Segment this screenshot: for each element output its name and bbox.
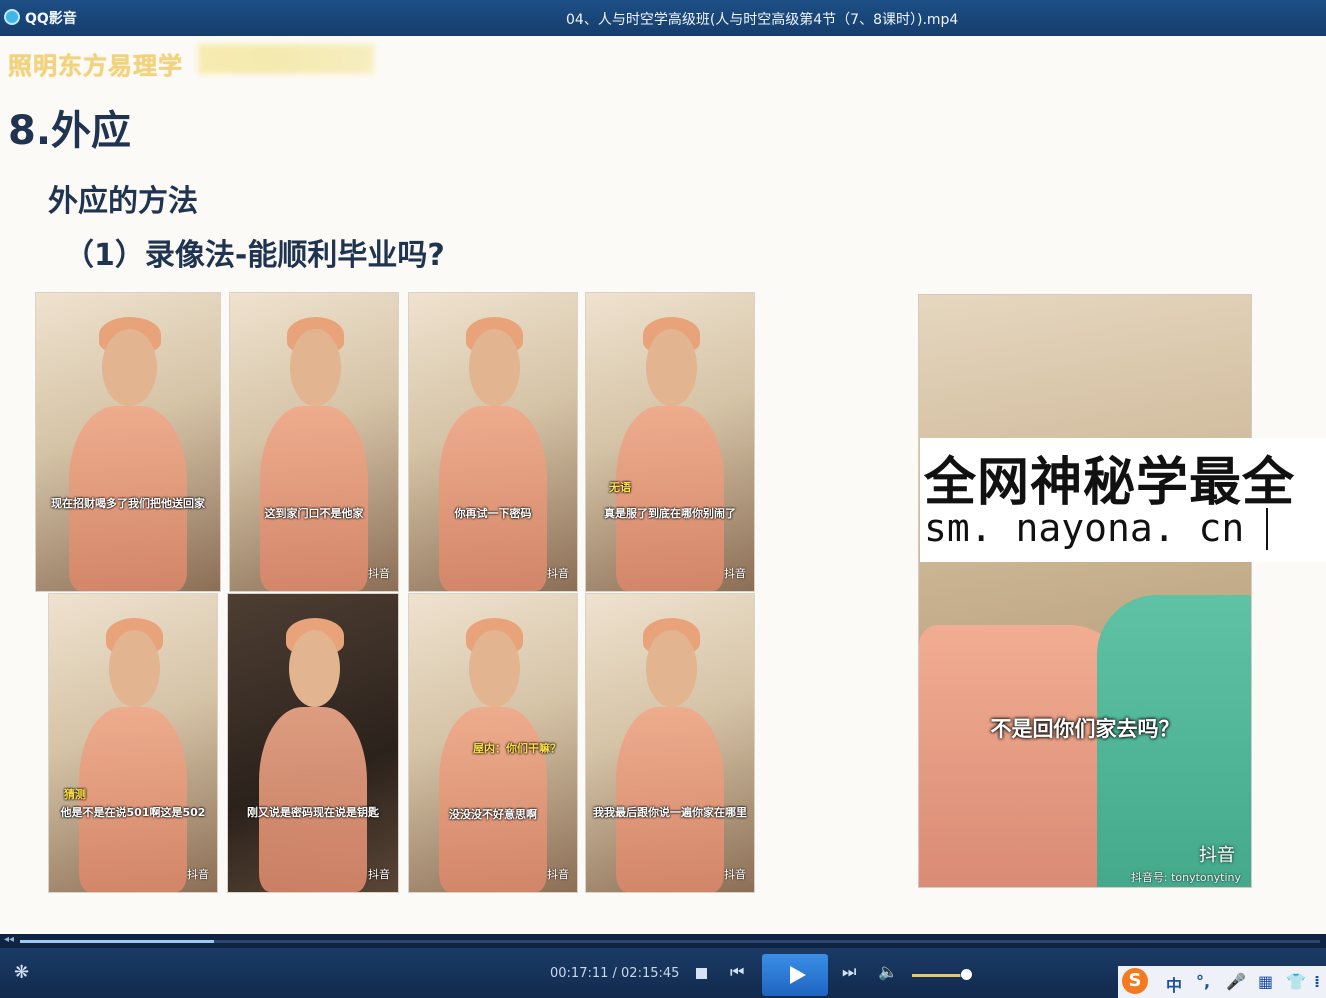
thumbnail-caption-top: 猜测 — [64, 788, 86, 801]
thumbnail: 屋内：你们干嘛？ 没没没不好意思啊 抖音 — [408, 593, 578, 893]
tiktok-logo-icon: 抖音 — [724, 868, 746, 881]
figure-shirt — [260, 406, 368, 591]
play-icon — [790, 966, 806, 984]
next-icon[interactable]: ⏭ — [842, 962, 856, 982]
volume-fill — [912, 974, 960, 977]
video-frame[interactable]: 照明东方易理学 8.外应 外应的方法 （1）录像法-能顺利毕业吗? 现在招财喝多… — [0, 36, 1326, 934]
figure-head — [109, 629, 160, 708]
volume-icon[interactable]: 🔈 — [878, 962, 898, 981]
tiktok-account-id: 抖音号: tonytonytiny — [1130, 871, 1241, 884]
sogou-logo-icon[interactable]: S — [1122, 968, 1148, 994]
tiktok-logo-icon: 抖音 — [187, 868, 209, 881]
seek-track[interactable] — [20, 940, 1320, 943]
watermark-overlay: 全网神秘学最全 sm. nayona. cn — [920, 438, 1326, 562]
thumbnail: 刚又说是密码现在说是钥匙 抖音 — [227, 593, 399, 893]
figure-shirt — [616, 406, 724, 591]
text-cursor — [1266, 508, 1268, 550]
ime-more-icon[interactable]: ⁞ — [1314, 972, 1320, 991]
figure-head — [469, 328, 520, 407]
featured-video-still: 不是回你们家去吗？ 抖音 抖音号: tonytonytiny — [918, 294, 1252, 888]
seek-back-icon[interactable]: ◂◂ — [4, 934, 14, 945]
thumbnail: 无语 真是服了到底在哪你别闹了 抖音 — [585, 292, 755, 592]
thumbnail-caption: 我我最后跟你说一遍你家在哪里 — [593, 806, 747, 819]
ime-keyboard-icon[interactable]: ▦ — [1258, 972, 1273, 991]
thumbnail: 这到家门口不是他家 抖音 — [229, 292, 399, 592]
tiktok-logo-icon: 抖音 — [1199, 845, 1235, 866]
paw-icon[interactable]: ❋ — [14, 962, 29, 983]
title-bar: QQ影音 04、人与时空学高级班(人与时空高级第4节（7、8课时）).mp4 — [0, 0, 1326, 36]
thumbnail: 我我最后跟你说一遍你家在哪里 抖音 — [585, 593, 755, 893]
thumbnail-caption-top: 屋内：你们干嘛？ — [473, 742, 561, 755]
slide-method: （1）录像法-能顺利毕业吗? — [64, 238, 445, 273]
brand-label: 照明东方易理学 — [8, 52, 183, 80]
ime-microphone-icon[interactable]: 🎤 — [1226, 972, 1246, 991]
figure-shirt — [258, 707, 368, 892]
thumbnail-caption: 没没没不好意思啊 — [449, 808, 537, 821]
blurred-region — [198, 44, 374, 74]
thumbnail: 你再试一下密码 抖音 — [408, 292, 578, 592]
figure-shirt — [439, 406, 547, 591]
thumbnail-caption: 你再试一下密码 — [454, 507, 532, 520]
thumbnail: 现在招财喝多了我们把他送回家 — [35, 292, 221, 592]
timecode: 00:17:11 / 02:15:45 — [550, 966, 680, 981]
seek-fill — [20, 940, 214, 943]
figure-shirt — [616, 707, 724, 892]
stop-icon[interactable] — [696, 968, 707, 979]
thumbnail-caption: 刚又说是密码现在说是钥匙 — [247, 806, 379, 819]
figure-head — [646, 328, 697, 407]
app-name: QQ影音 — [25, 11, 77, 27]
tiktok-logo-icon: 抖音 — [368, 567, 390, 580]
qq-player-logo-icon[interactable] — [4, 9, 20, 25]
ime-toolbar: S 中 °, 🎤 ▦ 👕 ⁞ — [1118, 966, 1326, 998]
figure-head — [102, 328, 158, 407]
thumbnail-caption-top: 无语 — [609, 481, 631, 494]
featured-caption: 不是回你们家去吗？ — [990, 717, 1180, 741]
thumbnail-caption: 他是不是在说501啊这是502 — [60, 806, 206, 819]
slide-heading: 8.外应 — [8, 108, 132, 154]
figure-head — [646, 629, 697, 708]
ime-chinese-mode[interactable]: 中 — [1166, 972, 1182, 996]
previous-icon[interactable]: ⏮ — [730, 962, 744, 982]
tiktok-logo-icon: 抖音 — [368, 868, 390, 881]
figure-head — [290, 328, 341, 407]
seek-bar[interactable]: ◂◂ — [0, 934, 1326, 948]
slide-subheading: 外应的方法 — [48, 184, 198, 219]
tiktok-logo-icon: 抖音 — [547, 567, 569, 580]
figure-shirt — [439, 707, 547, 892]
ime-skin-icon[interactable]: 👕 — [1286, 972, 1306, 991]
volume-knob[interactable] — [961, 969, 972, 980]
figure-head — [289, 629, 341, 708]
thumbnail: 猜测 他是不是在说501啊这是502 抖音 — [48, 593, 218, 893]
watermark-line-2: sm. nayona. cn — [924, 506, 1245, 550]
ime-punctuation-icon[interactable]: °, — [1196, 972, 1210, 991]
watermark-line-1: 全网神秘学最全 — [924, 453, 1296, 513]
play-button[interactable] — [762, 954, 828, 996]
tiktok-logo-icon: 抖音 — [547, 868, 569, 881]
thumbnail-caption: 现在招财喝多了我们把他送回家 — [51, 497, 205, 510]
thumbnail-caption: 这到家门口不是他家 — [264, 507, 364, 520]
thumbnail-caption: 真是服了到底在哪你别闹了 — [604, 507, 736, 520]
tiktok-logo-icon: 抖音 — [724, 567, 746, 580]
figure-head — [469, 629, 520, 708]
file-title: 04、人与时空学高级班(人与时空高级第4节（7、8课时）).mp4 — [566, 12, 959, 28]
